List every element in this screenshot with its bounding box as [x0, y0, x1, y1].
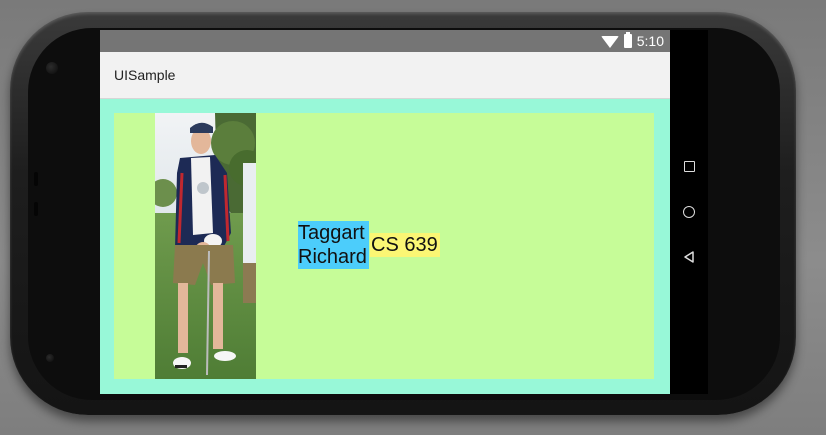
course-label: CS 639 — [370, 233, 440, 257]
app-title: UISample — [114, 67, 176, 83]
wifi-icon — [600, 36, 619, 48]
status-bar: 5:10 — [100, 30, 670, 52]
home-icon[interactable] — [683, 206, 695, 218]
first-name: Taggart — [298, 222, 365, 244]
device-screen: 5:10 UISample Taggart Richard CS 639 — [100, 30, 670, 394]
recents-icon[interactable] — [684, 161, 695, 172]
navigation-bar — [670, 30, 708, 394]
student-name: Taggart Richard — [298, 221, 378, 269]
profile-photo — [155, 113, 256, 379]
battery-icon — [623, 32, 632, 48]
content-area: Taggart Richard CS 639 — [100, 99, 670, 394]
back-icon[interactable] — [683, 251, 695, 263]
front-camera-icon — [46, 62, 58, 74]
last-name: Richard — [298, 246, 367, 268]
speaker-grille — [34, 202, 38, 216]
sensor-icon — [46, 354, 54, 362]
status-time: 5:10 — [636, 33, 664, 49]
person-photo-illustration — [155, 113, 256, 379]
app-bar: UISample — [100, 52, 670, 99]
speaker-grille — [34, 172, 38, 186]
profile-card: Taggart Richard CS 639 — [114, 113, 654, 379]
